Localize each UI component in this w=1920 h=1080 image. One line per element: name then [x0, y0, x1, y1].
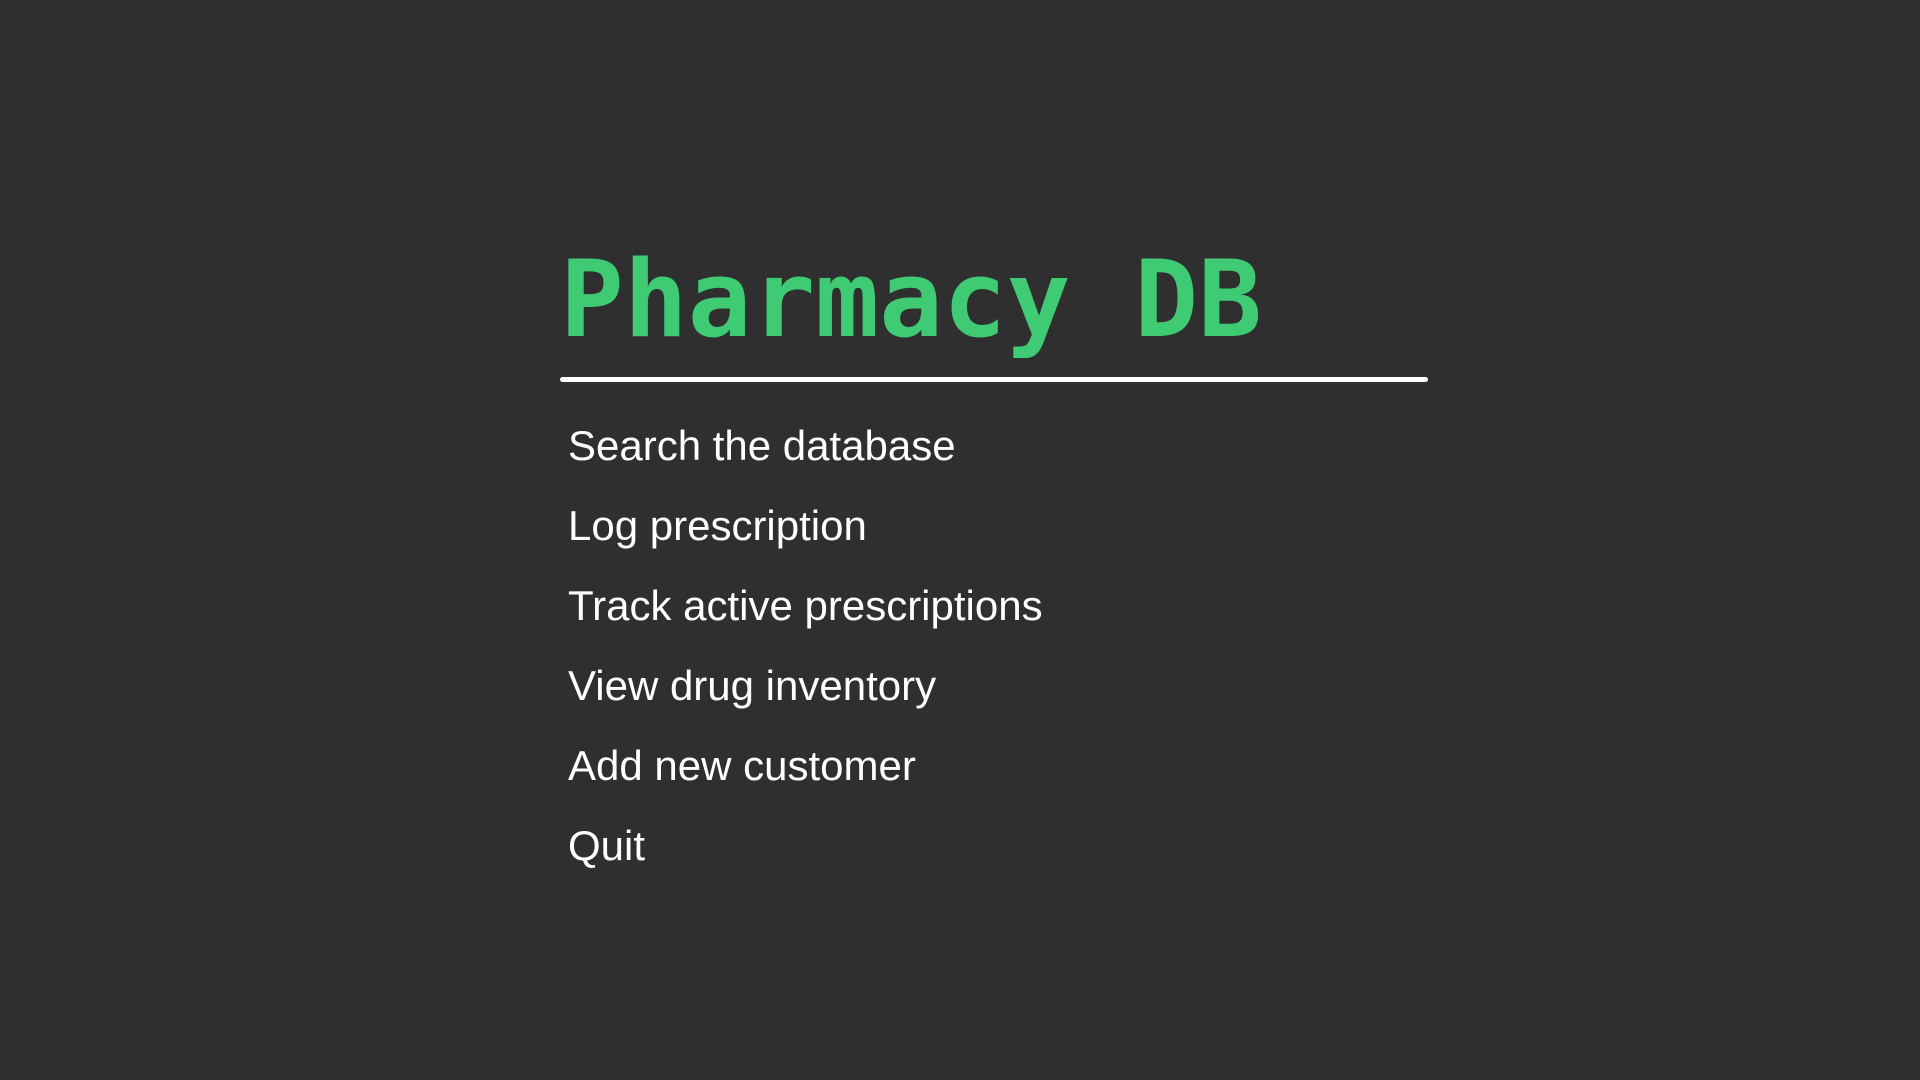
menu-item-track-active-prescriptions[interactable]: Track active prescriptions [560, 566, 1428, 646]
menu-item-add-new-customer[interactable]: Add new customer [560, 726, 1428, 806]
menu-item-search-database[interactable]: Search the database [560, 406, 1428, 486]
app-title: Pharmacy DB [560, 238, 1262, 361]
menu-item-quit[interactable]: Quit [560, 806, 1428, 886]
main-menu: Search the database Log prescription Tra… [560, 406, 1428, 886]
menu-item-view-drug-inventory[interactable]: View drug inventory [560, 646, 1428, 726]
main-menu-panel: Pharmacy DB Search the database Log pres… [560, 240, 1428, 886]
menu-item-log-prescription[interactable]: Log prescription [560, 486, 1428, 566]
title-divider [560, 377, 1428, 382]
main-screen: Pharmacy DB Search the database Log pres… [0, 0, 1920, 1080]
